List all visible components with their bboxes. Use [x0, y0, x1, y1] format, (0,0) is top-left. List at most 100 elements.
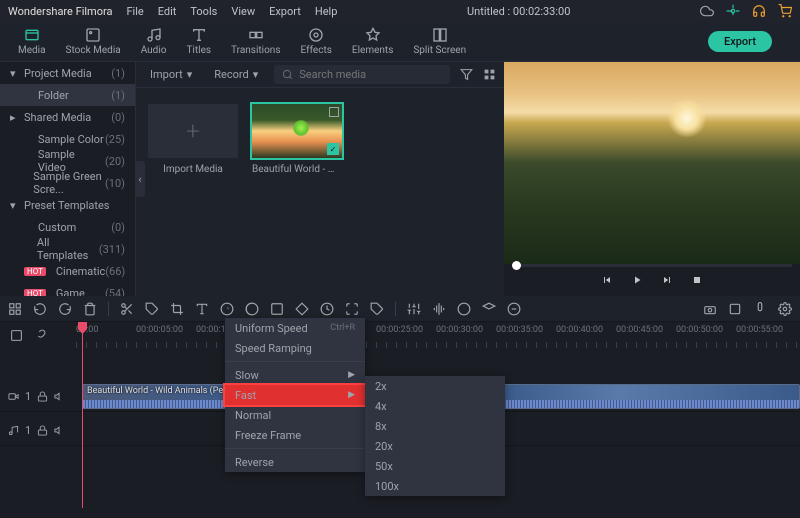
- effects2-icon[interactable]: [457, 302, 471, 316]
- ctx-reverse[interactable]: Reverse: [225, 452, 365, 472]
- ctx-fast[interactable]: Fast▶: [225, 385, 365, 405]
- chevron-right-icon: ▶: [348, 390, 355, 400]
- media-item[interactable]: +Import Media: [148, 104, 238, 175]
- submenu-item[interactable]: 50x: [365, 456, 505, 476]
- video-track-head[interactable]: 1: [0, 382, 76, 411]
- scrub-handle[interactable]: [512, 261, 521, 270]
- speed-icon[interactable]: [220, 302, 234, 316]
- redo-icon[interactable]: [58, 302, 72, 316]
- filter-icon[interactable]: [460, 68, 473, 81]
- mute-icon[interactable]: [54, 425, 65, 436]
- submenu-item[interactable]: 8x: [365, 416, 505, 436]
- color-icon[interactable]: [245, 302, 259, 316]
- submenu-item[interactable]: 2x: [365, 376, 505, 396]
- ctx-uniform-speed[interactable]: Uniform SpeedCtrl+R: [225, 318, 365, 338]
- headphones-icon[interactable]: [752, 4, 766, 18]
- sidebar-item[interactable]: ▸Shared Media(0): [0, 106, 135, 128]
- tab-transitions[interactable]: Transitions: [221, 25, 290, 58]
- elements-icon: [365, 27, 381, 43]
- menu-help[interactable]: Help: [315, 5, 338, 18]
- voiceover-icon[interactable]: [753, 302, 767, 316]
- grid-icon[interactable]: [8, 302, 22, 316]
- prev-frame-icon[interactable]: [601, 274, 613, 286]
- menu-file[interactable]: File: [126, 5, 143, 18]
- playhead[interactable]: [82, 322, 83, 508]
- gear-icon[interactable]: [726, 4, 740, 18]
- tab-elements[interactable]: Elements: [342, 25, 403, 58]
- menu-tools[interactable]: Tools: [190, 5, 217, 18]
- sidebar-item[interactable]: HOTCinematic(66): [0, 260, 135, 282]
- timeline-gear-icon[interactable]: [778, 302, 792, 316]
- motion-icon[interactable]: [482, 302, 496, 316]
- title-actions: [700, 4, 792, 18]
- tab-effects[interactable]: Effects: [291, 25, 342, 58]
- tab-split-screen[interactable]: Split Screen: [403, 25, 476, 58]
- sidebar-item[interactable]: ▾Preset Templates: [0, 194, 135, 216]
- grid-view-icon[interactable]: [483, 68, 496, 81]
- ctx-slow[interactable]: Slow▶: [225, 365, 365, 385]
- tag-icon[interactable]: [370, 302, 384, 316]
- marker-icon[interactable]: [145, 302, 159, 316]
- media-item[interactable]: ✓Beautiful World - Wild A...: [252, 104, 342, 175]
- ctx-normal[interactable]: Normal: [225, 405, 365, 425]
- zoom-fit-icon[interactable]: [10, 329, 23, 342]
- snapshot-icon[interactable]: [703, 302, 717, 316]
- tab-titles[interactable]: Titles: [176, 25, 221, 58]
- tab-audio[interactable]: Audio: [131, 25, 177, 58]
- sidebar-item[interactable]: ▾Project Media(1): [0, 62, 135, 84]
- sidebar-item[interactable]: Sample Video(20): [0, 150, 135, 172]
- audio-track-icon: [8, 425, 19, 436]
- render-icon[interactable]: [507, 302, 521, 316]
- audio-track-head[interactable]: 1: [0, 416, 76, 445]
- mixer-icon[interactable]: [728, 302, 742, 316]
- export-button[interactable]: Export: [708, 31, 772, 52]
- submenu-item[interactable]: 100x: [365, 476, 505, 496]
- cart-icon[interactable]: [778, 4, 792, 18]
- adjust-icon[interactable]: [407, 302, 421, 316]
- tab-media[interactable]: Media: [8, 25, 56, 58]
- crop-icon[interactable]: [170, 302, 184, 316]
- stock-icon: [85, 27, 101, 43]
- next-frame-icon[interactable]: [661, 274, 673, 286]
- audio-adjust-icon[interactable]: [432, 302, 446, 316]
- ctx-speed-ramping[interactable]: Speed Ramping: [225, 338, 365, 358]
- undo-icon[interactable]: [33, 302, 47, 316]
- record-dropdown[interactable]: Record▾: [208, 66, 264, 83]
- sidebar-item[interactable]: Sample Color(25): [0, 128, 135, 150]
- submenu-item[interactable]: 20x: [365, 436, 505, 456]
- cloud-icon[interactable]: [700, 4, 714, 18]
- lock-icon[interactable]: [37, 425, 48, 436]
- play-icon[interactable]: [631, 274, 643, 286]
- delete-icon[interactable]: [83, 302, 97, 316]
- duration-icon[interactable]: [320, 302, 334, 316]
- search-input[interactable]: [299, 68, 442, 81]
- menu-export[interactable]: Export: [269, 5, 301, 18]
- text-icon[interactable]: [195, 302, 209, 316]
- search-box[interactable]: [274, 65, 450, 84]
- ctx-freeze-frame[interactable]: Freeze Frame: [225, 425, 365, 445]
- tab-stock-media[interactable]: Stock Media: [56, 25, 131, 58]
- submenu-item[interactable]: 4x: [365, 396, 505, 416]
- lock-icon[interactable]: [37, 391, 48, 402]
- time-ruler[interactable]: 00:0000:00:05:0000:00:10:0000:00:15:0000…: [76, 322, 800, 348]
- sidebar-item[interactable]: Folder(1): [0, 84, 135, 106]
- split-icon[interactable]: [120, 302, 134, 316]
- speed-context-menu: Uniform SpeedCtrl+R Speed Ramping Slow▶ …: [225, 318, 365, 472]
- sidebar-item[interactable]: All Templates(311): [0, 238, 135, 260]
- media-browser: ‹ Import▾ Record▾ +Import Media✓Beautifu…: [136, 62, 504, 296]
- link-icon[interactable]: [33, 329, 46, 342]
- mute-icon[interactable]: [54, 391, 65, 402]
- collapse-sidebar-handle[interactable]: ‹: [135, 161, 145, 197]
- scrub-bar[interactable]: [512, 264, 792, 267]
- preview-video[interactable]: [504, 62, 800, 264]
- menu-edit[interactable]: Edit: [158, 5, 177, 18]
- import-dropdown[interactable]: Import▾: [144, 66, 198, 83]
- sidebar-item[interactable]: Sample Green Scre...(10): [0, 172, 135, 194]
- sidebar-item[interactable]: HOTGame(54): [0, 282, 135, 296]
- greenscreen-icon[interactable]: [270, 302, 284, 316]
- expand-icon[interactable]: [345, 302, 359, 316]
- keyframe-icon[interactable]: [295, 302, 309, 316]
- sidebar-item[interactable]: Custom(0): [0, 216, 135, 238]
- stop-icon[interactable]: [691, 274, 703, 286]
- menu-view[interactable]: View: [231, 5, 255, 18]
